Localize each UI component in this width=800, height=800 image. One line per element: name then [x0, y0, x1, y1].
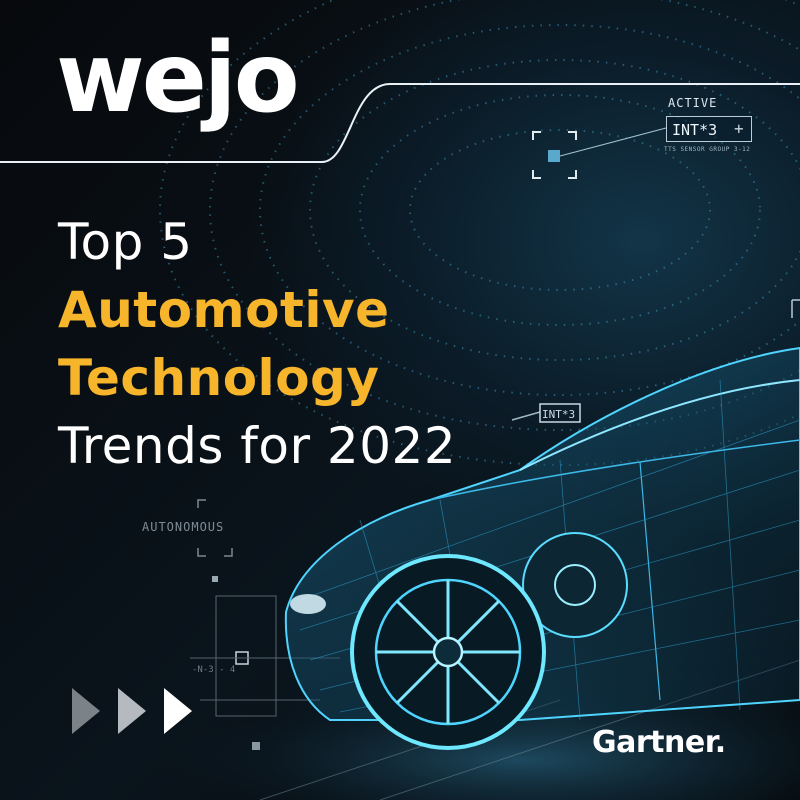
headline-line-4: Trends for 2022	[58, 417, 457, 475]
headline: Top 5 Automotive Technology Trends for 2…	[58, 208, 456, 480]
chevron-right-icon	[118, 688, 146, 734]
hud-node	[548, 150, 560, 162]
hud-mode-label: AUTONOMOUS	[142, 520, 225, 534]
headline-line-2: Automotive	[58, 281, 390, 339]
hud-sensor-caption: TTS SENSOR GROUP 3-12	[664, 146, 751, 153]
promo-graphic: ACTIVE INT*3 + TTS SENSOR GROUP 3-12 INT…	[0, 0, 800, 800]
plus-icon: +	[734, 119, 744, 138]
headlight	[290, 594, 326, 614]
chevron-right-icon	[72, 688, 100, 734]
hud-status-label: ACTIVE	[668, 96, 718, 110]
triple-chevron-right-icon[interactable]	[72, 686, 212, 736]
front-hub	[432, 636, 464, 668]
hud-code-secondary: INT*3	[542, 408, 576, 421]
hud-small-code: -N-3 - 4	[192, 665, 236, 675]
headline-line-3: Technology	[58, 349, 380, 407]
chevron-right-icon	[164, 688, 192, 734]
gartner-logo: Gartner.	[592, 725, 726, 760]
headline-line-1: Top 5	[58, 213, 193, 271]
hud-code-primary: INT*3	[672, 121, 718, 139]
hud-right-marker	[791, 299, 800, 318]
wejo-logo: wejo	[56, 22, 300, 134]
